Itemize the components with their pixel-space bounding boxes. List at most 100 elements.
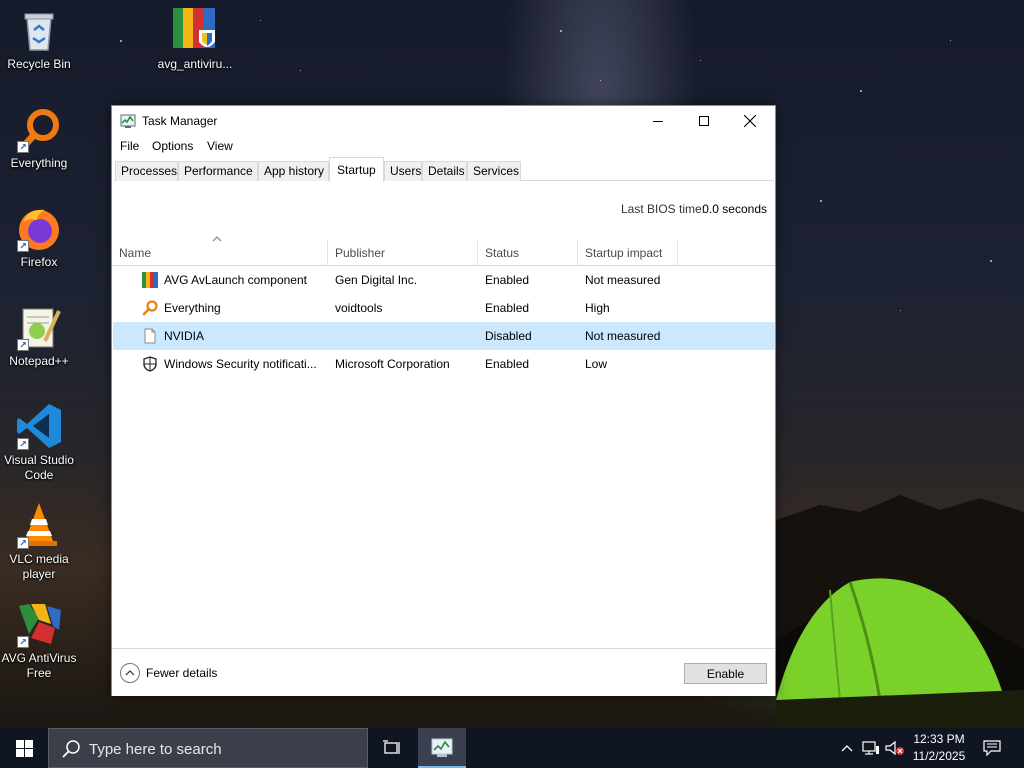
table-row[interactable]: AVG AvLaunch component Gen Digital Inc. En… (113, 266, 775, 294)
shortcut-arrow-icon: ↗ (17, 636, 29, 648)
tab-startup[interactable]: Startup (329, 157, 384, 182)
maximize-icon (699, 116, 709, 126)
column-header-name[interactable]: Name (112, 240, 328, 266)
column-header-publisher[interactable]: Publisher (328, 240, 478, 266)
desktop-icon-vscode[interactable]: ↗ Visual Studio Code (0, 402, 78, 483)
clock-time: 12:33 PM (913, 732, 965, 746)
network-tray-button[interactable] (860, 728, 882, 768)
desktop-icon-notepad-plus-plus[interactable]: ↗ Notepad++ (0, 303, 78, 369)
avg-icon (142, 272, 158, 288)
bios-time-label: Last BIOS time: (620, 202, 705, 216)
shortcut-arrow-icon: ↗ (17, 141, 29, 153)
desktop-icon-vlc[interactable]: ↗ VLC media player (0, 501, 78, 582)
desktop-icon-label: Visual Studio Code (4, 453, 74, 482)
chevron-up-icon (841, 745, 853, 752)
close-icon (744, 115, 756, 127)
desktop-icon-recycle-bin[interactable]: Recycle Bin (0, 6, 78, 72)
table-row[interactable]: Everything voidtools Enabled High (113, 294, 775, 322)
cell-status: Enabled (485, 273, 530, 287)
column-header-startup-impact[interactable]: Startup impact (578, 240, 678, 266)
magnifier-icon (142, 300, 158, 316)
desktop-icon-label: avg_antiviru... (157, 57, 233, 71)
desktop-icon-label: Everything (10, 156, 68, 170)
start-button[interactable] (0, 728, 48, 768)
notifications-icon (983, 740, 1001, 756)
cell-startup-impact: High (585, 301, 610, 315)
cell-name: AVG AvLaunch component (164, 273, 307, 287)
avg-antivirus-icon: ↗ (15, 600, 63, 648)
action-center-button[interactable] (978, 728, 1006, 768)
shield-icon (142, 356, 158, 372)
cell-name: NVIDIA (164, 329, 205, 343)
cell-publisher (335, 322, 475, 350)
tab-processes[interactable]: Processes (115, 161, 178, 181)
minimize-icon (653, 121, 663, 122)
tab-details[interactable]: Details (422, 161, 467, 181)
table-row[interactable]: NVIDIA Disabled Not measured (113, 322, 775, 350)
window-title: Task Manager (142, 114, 218, 128)
desktop-icon-label: Notepad++ (9, 354, 69, 368)
maximize-button[interactable] (681, 106, 727, 136)
cell-publisher: Microsoft Corporation (335, 357, 450, 371)
show-hidden-icons-button[interactable] (838, 728, 856, 768)
taskbar-task-manager-button[interactable] (418, 728, 466, 768)
table-row[interactable]: Windows Security notificati... Microsoft … (113, 350, 775, 378)
desktop-icon-label: Firefox (20, 255, 58, 269)
menu-options[interactable]: Options (152, 139, 193, 153)
volume-muted-icon (885, 740, 904, 756)
task-view-icon (383, 740, 400, 754)
footer-bar: Fewer details Enable (112, 648, 775, 696)
cell-status: Enabled (485, 357, 530, 371)
taskbar-search-box[interactable] (48, 728, 368, 768)
search-input[interactable] (89, 737, 359, 761)
cell-startup-impact: Not measured (585, 273, 661, 287)
desktop-icon-everything[interactable]: ↗ Everything (0, 105, 78, 171)
desktop-icon-avg-antivirus-free[interactable]: ↗ AVG AntiVirus Free (0, 600, 78, 681)
recycle-bin-icon (15, 6, 63, 54)
minimize-button[interactable] (635, 106, 681, 136)
menu-bar: File Options View (112, 137, 775, 157)
column-header-status[interactable]: Status (478, 240, 578, 266)
clock[interactable]: 12:33 PM 11/2/2025 (906, 731, 972, 765)
taskbar: 12:33 PM 11/2/2025 (0, 728, 1024, 768)
everything-icon: ↗ (15, 105, 63, 153)
task-view-button[interactable] (372, 728, 412, 768)
tab-strip: Processes Performance App history Startu… (114, 157, 774, 182)
tab-performance[interactable]: Performance (178, 161, 258, 181)
tab-users[interactable]: Users (384, 161, 422, 181)
tab-app-history[interactable]: App history (258, 161, 329, 181)
column-header-row: Name Publisher Status Startup impact (112, 240, 775, 266)
search-icon (62, 740, 80, 758)
notepad-plus-plus-icon: ↗ (15, 303, 63, 351)
cell-name: Windows Security notificati... (164, 357, 317, 371)
desktop-icon-label: VLC media player (9, 552, 69, 581)
cell-publisher: voidtools (335, 301, 383, 315)
close-button[interactable] (727, 106, 773, 136)
cell-name: Everything (164, 301, 221, 315)
enable-button[interactable]: Enable (684, 663, 767, 684)
avg-installer-icon (171, 6, 219, 54)
file-icon (142, 328, 158, 344)
chevron-up-icon[interactable] (120, 663, 140, 683)
menu-file[interactable]: File (120, 139, 139, 153)
title-bar[interactable]: Task Manager (112, 106, 775, 136)
desktop-icon-label: AVG AntiVirus Free (1, 651, 77, 680)
volume-tray-button[interactable] (884, 728, 906, 768)
shortcut-arrow-icon: ↗ (17, 240, 29, 252)
cell-publisher: Gen Digital Inc. (335, 273, 418, 287)
vscode-icon: ↗ (15, 402, 63, 450)
fewer-details-link[interactable]: Fewer details (146, 666, 217, 680)
desktop-icon-label: Recycle Bin (7, 57, 71, 71)
tab-services[interactable]: Services (467, 161, 521, 181)
cell-status: Enabled (485, 301, 530, 315)
firefox-icon: ↗ (15, 204, 63, 252)
bios-time-value: 0.0 seconds (702, 202, 767, 216)
menu-view[interactable]: View (207, 139, 233, 153)
windows-logo-icon (15, 739, 33, 757)
shortcut-arrow-icon: ↗ (17, 339, 29, 351)
network-icon (862, 741, 879, 755)
shortcut-arrow-icon: ↗ (17, 438, 29, 450)
clock-date: 11/2/2025 (912, 749, 966, 763)
desktop-icon-avg-antivirus-installer[interactable]: avg_antiviru... (156, 6, 234, 72)
desktop-icon-firefox[interactable]: ↗ Firefox (0, 204, 78, 270)
